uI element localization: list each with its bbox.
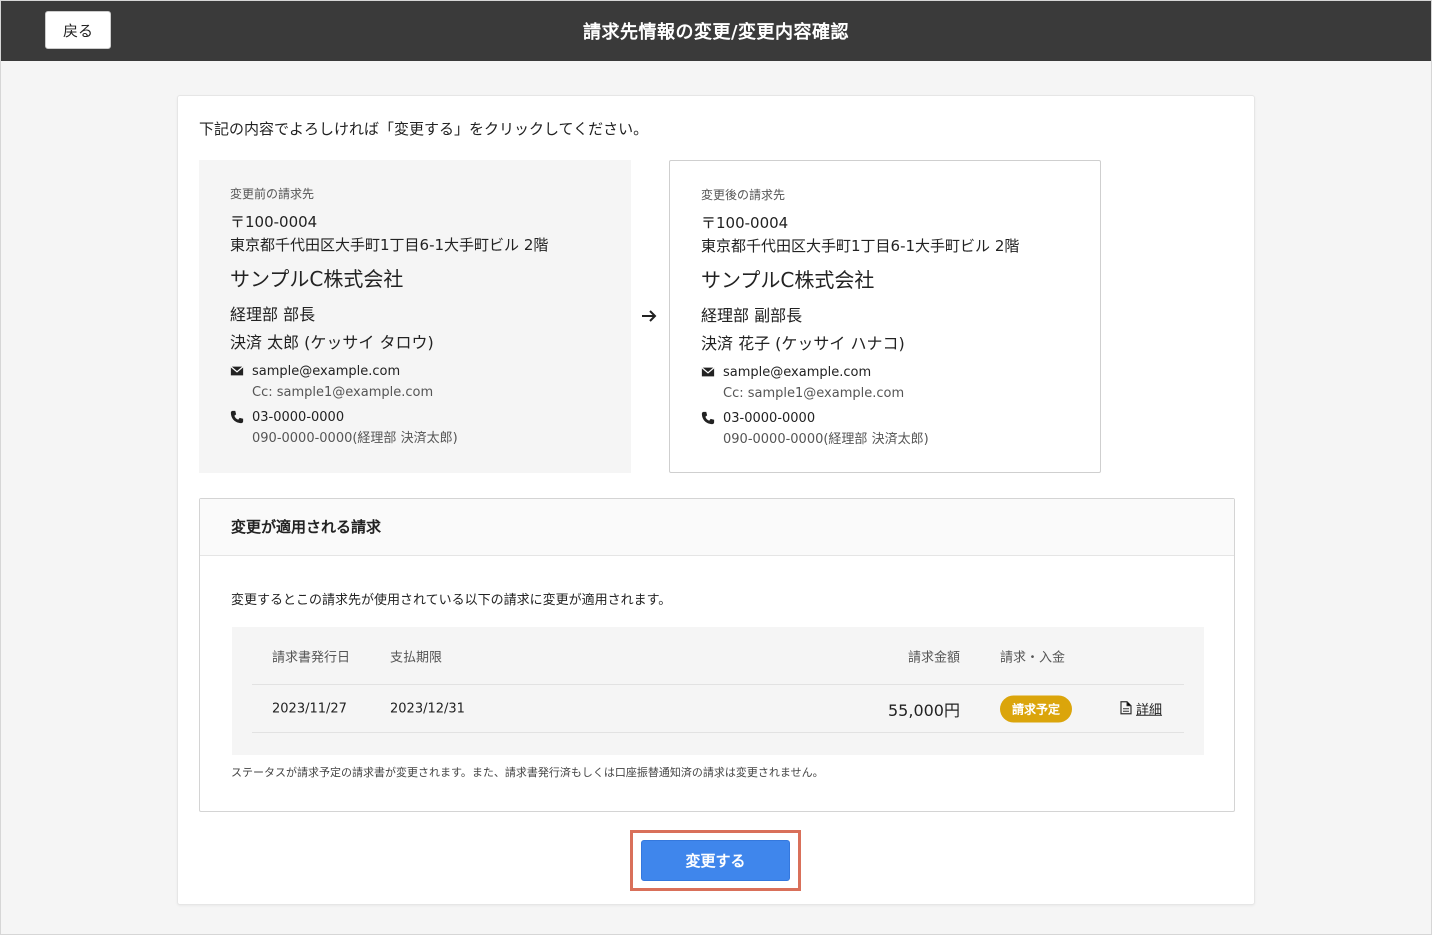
table-header-row: 請求書発行日 支払期限 請求金額 請求・入金 bbox=[252, 627, 1184, 685]
before-address: 東京都千代田区大手町1丁目6-1大手町ビル 2階 bbox=[230, 236, 549, 254]
row-issue-date: 2023/11/27 bbox=[272, 701, 347, 716]
before-billing-address: 変更前の請求先 〒100-0004 東京都千代田区大手町1丁目6-1大手町ビル … bbox=[199, 160, 631, 473]
header-amount: 請求金額 bbox=[907, 650, 960, 665]
before-label: 変更前の請求先 bbox=[230, 187, 315, 201]
after-phone2: 090-0000-0000(経理部 決済太郎) bbox=[723, 432, 929, 447]
header-status: 請求・入金 bbox=[1000, 650, 1066, 665]
section-title: 変更が適用される請求 bbox=[200, 499, 1234, 556]
after-label: 変更後の請求先 bbox=[701, 188, 786, 202]
header-issue-date: 請求書発行日 bbox=[272, 650, 351, 665]
before-cc: Cc: sample1@example.com bbox=[252, 385, 434, 400]
after-cc: Cc: sample1@example.com bbox=[723, 386, 905, 401]
after-email: sample@example.com bbox=[723, 365, 872, 380]
detail-link[interactable]: 詳細 bbox=[1120, 698, 1162, 719]
after-address: 東京都千代田区大手町1丁目6-1大手町ビル 2階 bbox=[701, 237, 1020, 255]
before-email-block: sample@example.com Cc: sample1@example.c… bbox=[230, 361, 600, 403]
mail-icon bbox=[701, 367, 715, 377]
after-email-block: sample@example.com Cc: sample1@example.c… bbox=[701, 362, 1069, 404]
phone-icon bbox=[701, 411, 715, 425]
after-department: 経理部 副部長 bbox=[701, 306, 803, 325]
row-amount: 55,000円 bbox=[888, 700, 960, 720]
detail-link-label[interactable]: 詳細 bbox=[1136, 698, 1162, 717]
after-postal: 〒100-0004 bbox=[701, 214, 789, 232]
before-phone2: 090-0000-0000(経理部 決済太郎) bbox=[252, 431, 458, 446]
row-due-date: 2023/12/31 bbox=[390, 701, 465, 716]
arrow-right-icon bbox=[642, 310, 657, 322]
status-badge: 請求予定 bbox=[1000, 695, 1073, 722]
section-description: 変更するとこの請求先が使用されている以下の請求に変更が適用されます。 bbox=[231, 593, 672, 608]
instruction-text: 下記の内容でよろしければ「変更する」をクリックしてください。 bbox=[199, 120, 649, 138]
table-row: 2023/11/27 2023/12/31 55,000円 請求予定 詳細 bbox=[252, 685, 1184, 733]
before-department: 経理部 部長 bbox=[230, 305, 316, 324]
before-email: sample@example.com bbox=[252, 364, 401, 379]
after-billing-address: 変更後の請求先 〒100-0004 東京都千代田区大手町1丁目6-1大手町ビル … bbox=[669, 160, 1101, 473]
before-phone-block: 03-0000-0000 090-0000-0000(経理部 決済太郎) bbox=[230, 407, 600, 449]
section-note: ステータスが請求予定の請求書が変更されます。また、請求書発行済もしくは口座振替通… bbox=[231, 766, 824, 779]
before-postal: 〒100-0004 bbox=[230, 213, 318, 231]
after-company: サンプルC株式会社 bbox=[701, 268, 875, 292]
applied-invoices-section: 変更が適用される請求 変更するとこの請求先が使用されている以下の請求に変更が適用… bbox=[199, 498, 1235, 812]
confirmation-card: 下記の内容でよろしければ「変更する」をクリックしてください。 変更前の請求先 〒… bbox=[177, 95, 1255, 905]
after-phone: 03-0000-0000 bbox=[723, 411, 816, 426]
top-bar: 戻る 請求先情報の変更/変更内容確認 bbox=[1, 1, 1431, 61]
page-title: 請求先情報の変更/変更内容確認 bbox=[582, 22, 850, 43]
header-due-date: 支払期限 bbox=[390, 650, 443, 665]
phone-icon bbox=[230, 410, 244, 424]
before-person: 決済 太郎 (ケッサイ タロウ) bbox=[230, 333, 434, 352]
after-phone-block: 03-0000-0000 090-0000-0000(経理部 決済太郎) bbox=[701, 408, 1069, 450]
invoice-table: 請求書発行日 支払期限 請求金額 請求・入金 2023/11/27 2023/1… bbox=[232, 627, 1204, 755]
before-phone: 03-0000-0000 bbox=[252, 410, 345, 425]
submit-highlight: 変更する bbox=[630, 830, 801, 891]
submit-change-button[interactable]: 変更する bbox=[641, 840, 790, 881]
document-icon bbox=[1120, 701, 1132, 715]
mail-icon bbox=[230, 366, 244, 376]
before-company: サンプルC株式会社 bbox=[230, 267, 404, 291]
after-person: 決済 花子 (ケッサイ ハナコ) bbox=[701, 334, 905, 353]
